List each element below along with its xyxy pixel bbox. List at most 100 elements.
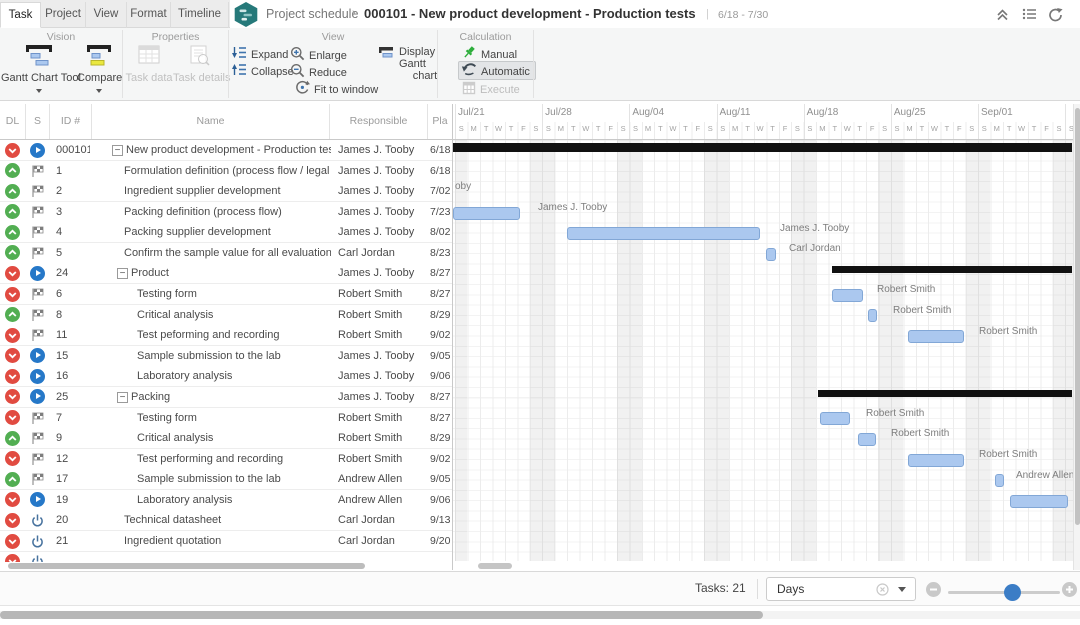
collapse-button[interactable]: Collapse (232, 63, 294, 78)
task-bar[interactable] (1010, 495, 1068, 508)
table-row[interactable]: 6Testing formRobert Smith8/27 (0, 284, 453, 305)
table-row[interactable]: 24−ProductJames J. Tooby8/27 (0, 263, 453, 284)
table-row[interactable]: 4Packing supplier developmentJames J. To… (0, 222, 453, 243)
execute-button: Execute (462, 81, 520, 96)
task-responsible: Robert Smith (338, 408, 428, 428)
ribbon-separator (533, 30, 534, 98)
table-horizontal-scrollbar[interactable] (8, 563, 365, 569)
collapse-node-icon[interactable]: − (112, 145, 123, 156)
table-row[interactable]: 3Packing definition (process flow)James … (0, 202, 453, 223)
day-letter: S (878, 124, 890, 133)
task-name: Critical analysis (92, 309, 213, 321)
table-row[interactable]: 25−PackingJames J. Tooby8/27 (0, 387, 453, 408)
column-header-dl[interactable]: DL (0, 104, 26, 139)
compare-button[interactable]: Compare (77, 42, 121, 98)
table-row[interactable]: 12Test performing and recordingRobert Sm… (0, 449, 453, 470)
table-row[interactable]: 11Test peforming and recordingRobert Smi… (0, 325, 453, 346)
status-in-progress-icon (30, 492, 45, 507)
auto-refresh-arrow-icon (461, 63, 477, 81)
task-planned-date: 9/02 (430, 449, 453, 469)
automatic-calculation-button[interactable]: Automatic (458, 61, 536, 80)
zoom-slider-knob[interactable] (1004, 584, 1021, 601)
execute-label: Execute (480, 83, 520, 98)
list-icon[interactable] (1022, 8, 1038, 23)
summary-bar[interactable] (453, 143, 1072, 152)
task-bar[interactable] (908, 330, 964, 343)
table-row[interactable] (0, 552, 453, 562)
task-bar[interactable] (820, 412, 850, 425)
table-row[interactable]: 16Laboratory analysisJames J. Tooby9/06 (0, 366, 453, 387)
zoom-in-button[interactable] (1062, 582, 1077, 597)
fit-to-window-button[interactable]: Fit to window (295, 80, 378, 95)
tab-project[interactable]: Project (41, 2, 86, 28)
status-finished-flag-icon (30, 472, 45, 489)
time-scale-select[interactable]: Days (766, 577, 916, 601)
enlarge-button[interactable]: Enlarge (290, 46, 347, 61)
day-letter: S (455, 124, 467, 133)
deadline-behind-icon (5, 410, 20, 425)
tab-format[interactable]: Format (127, 2, 171, 28)
ribbon-group-title: Calculation (438, 31, 533, 43)
table-row[interactable]: 17Sample submission to the labAndrew All… (0, 469, 453, 490)
table-row[interactable]: 1Formulation definition (process flow / … (0, 161, 453, 182)
table-row[interactable]: 15Sample submission to the labJames J. T… (0, 346, 453, 367)
display-gantt-chart-label: Display Gantt (399, 46, 435, 70)
table-row[interactable]: 7Testing formRobert Smith8/27 (0, 408, 453, 429)
day-letter: W (580, 124, 592, 133)
task-bar[interactable] (766, 248, 776, 261)
gantt-vertical-scrollbar[interactable] (1075, 108, 1080, 525)
task-bar[interactable] (868, 309, 877, 322)
task-name: Technical datasheet (92, 514, 221, 526)
task-bar[interactable] (832, 289, 863, 302)
breadcrumb-parent[interactable]: Project schedule (266, 7, 358, 21)
table-row[interactable]: 5Confirm the sample value for all evalua… (0, 243, 453, 264)
column-header-pla[interactable]: Pla (428, 104, 453, 139)
tab-timeline[interactable]: Timeline (171, 2, 229, 28)
reduce-button[interactable]: Reduce (290, 63, 347, 78)
tab-task[interactable]: Task (0, 2, 41, 28)
gantt-chart-tool-button[interactable]: Gantt Chart Tool (1, 42, 77, 98)
task-name-cell: Laboratory analysis (92, 490, 331, 510)
tab-view[interactable]: View (86, 2, 127, 28)
task-bar[interactable] (995, 474, 1004, 487)
task-bar[interactable] (858, 433, 876, 446)
table-row[interactable]: 000101−New product development - Product… (0, 140, 453, 161)
ribbon-group-properties: Properties Task data Task details (123, 28, 228, 100)
collapse-ribbon-icon[interactable] (996, 8, 1012, 23)
task-responsible: Robert Smith (338, 449, 428, 469)
column-header-s[interactable]: S (26, 104, 50, 139)
column-header-name[interactable]: Name (92, 104, 330, 139)
status-finished-flag-icon (30, 308, 45, 325)
collapse-node-icon[interactable]: − (117, 268, 128, 279)
weekend-band (617, 140, 642, 561)
zoom-out-button[interactable] (926, 582, 941, 597)
table-row[interactable]: 19Laboratory analysisAndrew Allen9/06 (0, 490, 453, 511)
page-horizontal-scrollbar[interactable] (0, 611, 763, 619)
day-letter: T (1028, 124, 1040, 133)
caret-down-icon[interactable] (898, 587, 906, 592)
table-row[interactable]: 2Ingredient supplier developmentJames J.… (0, 181, 453, 202)
task-bar[interactable] (908, 454, 964, 467)
table-row[interactable]: 8Critical analysisRobert Smith8/29 (0, 305, 453, 326)
gantt-horizontal-scrollbar[interactable] (478, 563, 512, 569)
task-details-icon (173, 43, 225, 69)
manual-calculation-button[interactable]: Manual (462, 45, 517, 60)
table-row[interactable]: 20Technical datasheetCarl Jordan9/13 (0, 510, 453, 531)
column-header-responsible[interactable]: Responsible (330, 104, 428, 139)
collapse-node-icon[interactable]: − (117, 392, 128, 403)
column-header-id#[interactable]: ID # (50, 104, 92, 139)
expand-button[interactable]: Expand (232, 46, 288, 61)
task-id: 4 (56, 222, 90, 242)
task-bar[interactable] (567, 227, 760, 240)
summary-bar[interactable] (818, 390, 1072, 397)
clear-icon[interactable] (876, 583, 889, 599)
summary-bar[interactable] (832, 266, 1072, 273)
task-name-cell: Test peforming and recording (92, 325, 331, 345)
task-responsible: James J. Tooby (338, 140, 428, 160)
refresh-icon[interactable] (1048, 8, 1064, 23)
table-row[interactable]: 21Ingredient quotationCarl Jordan9/20 (0, 531, 453, 552)
table-row[interactable]: 9Critical analysisRobert Smith8/29 (0, 428, 453, 449)
task-bar[interactable] (453, 207, 520, 220)
bar-resource-label: Robert Smith (979, 326, 1037, 337)
task-planned-date: 8/29 (430, 428, 453, 448)
